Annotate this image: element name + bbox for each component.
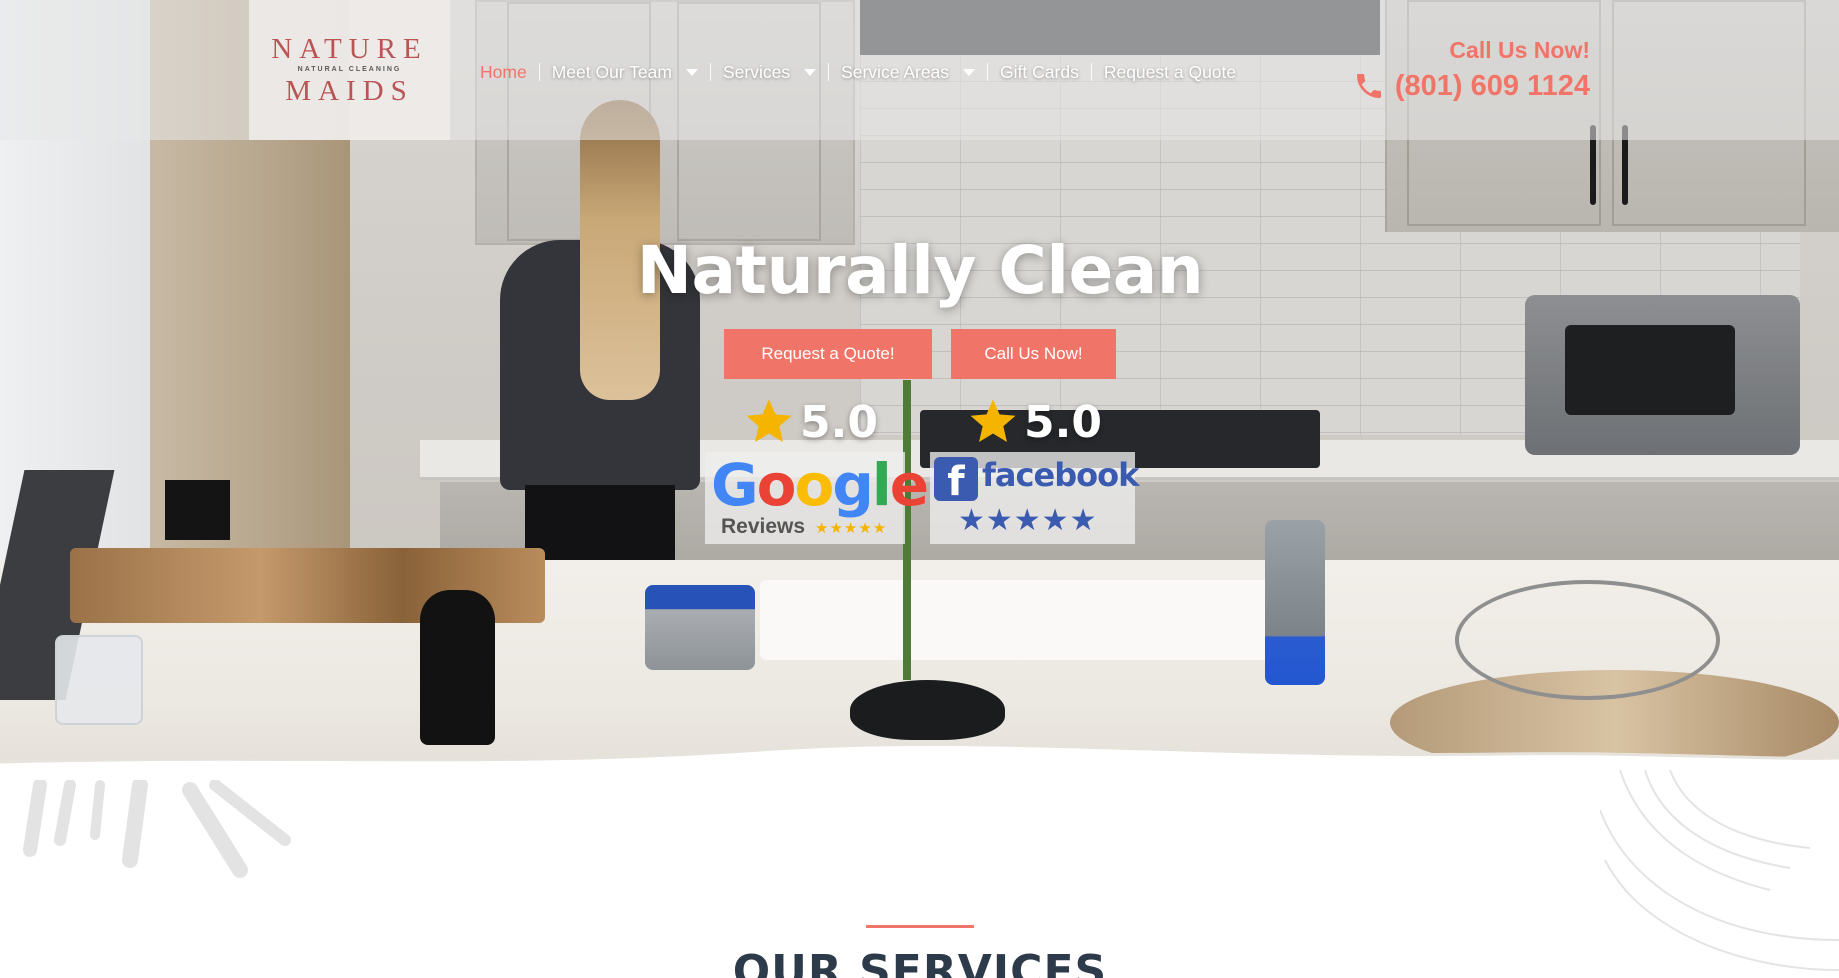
nav-label: Request a Quote <box>1103 61 1237 82</box>
request-quote-button[interactable]: Request a Quote! <box>724 329 932 379</box>
google-rating: 5.0 <box>742 392 878 452</box>
facebook-score: 5.0 <box>1024 396 1102 448</box>
nav-gift-cards[interactable]: Gift Cards <box>988 62 1091 83</box>
leaf-decoration <box>23 780 291 878</box>
sponge-holder <box>645 585 755 670</box>
star-icon <box>746 399 792 443</box>
fruit-basket <box>1455 580 1720 700</box>
google-reviews-label: Reviews <box>721 515 806 538</box>
candle-holder <box>55 635 143 725</box>
soap-dispenser <box>1265 520 1325 685</box>
google-logo: Google <box>711 451 929 519</box>
nav-services[interactable]: Services <box>711 62 828 83</box>
phone-number[interactable]: (801) 609 1124 <box>1395 70 1590 103</box>
phone-icon <box>1356 74 1381 98</box>
nav-label: Meet Our Team <box>551 61 672 82</box>
cleaner-person <box>490 100 710 570</box>
logo-text-top: NATURE <box>271 33 428 65</box>
facebook-wordmark: facebook <box>982 456 1139 494</box>
google-score: 5.0 <box>800 396 878 448</box>
caret-down-icon <box>804 68 817 76</box>
star-icon <box>970 399 1016 443</box>
section-divider <box>866 925 974 928</box>
nav-label: Gift Cards <box>1000 61 1079 82</box>
sink <box>760 580 1280 660</box>
facebook-reviews-badge[interactable]: f facebook ★★★★★ <box>930 452 1139 544</box>
facebook-f-icon: f <box>934 457 978 505</box>
caret-down-icon <box>963 68 976 76</box>
phone-link[interactable]: (801) 609 1124 <box>1345 68 1590 104</box>
site-logo[interactable]: NATURE NATURAL CLEANING MAIDS <box>249 0 450 140</box>
hero-title: Naturally Clean <box>636 232 1204 309</box>
nav-home[interactable]: Home <box>480 62 539 83</box>
google-reviews-badge[interactable]: Google Reviews ★★★★★ <box>705 452 929 544</box>
nav-label: Home <box>480 61 527 82</box>
nav-request-quote[interactable]: Request a Quote <box>1092 62 1248 83</box>
caret-down-icon <box>685 68 698 76</box>
nav-label: Services <box>722 61 791 82</box>
line-art-decoration <box>1600 770 1839 971</box>
nav-meet-our-team[interactable]: Meet Our Team <box>540 62 710 83</box>
nav-service-areas[interactable]: Service Areas <box>829 62 987 83</box>
google-stars: ★★★★★ <box>815 520 888 537</box>
main-nav: Home Meet Our Team Services Service Area… <box>480 58 1248 86</box>
section-title: OUR SERVICES <box>732 946 1108 978</box>
nav-label: Service Areas <box>841 61 950 82</box>
call-us-label[interactable]: Call Us Now! <box>1420 37 1590 64</box>
facebook-rating: 5.0 <box>966 392 1102 452</box>
toaster-oven <box>1525 295 1800 455</box>
doorway-shadow <box>165 480 230 540</box>
facebook-stars: ★★★★★ <box>958 504 1098 537</box>
logo-tagline: NATURAL CLEANING <box>297 66 402 73</box>
call-us-button[interactable]: Call Us Now! <box>951 329 1116 379</box>
person-pants <box>525 485 675 570</box>
logo-text-bottom: MAIDS <box>285 75 414 107</box>
